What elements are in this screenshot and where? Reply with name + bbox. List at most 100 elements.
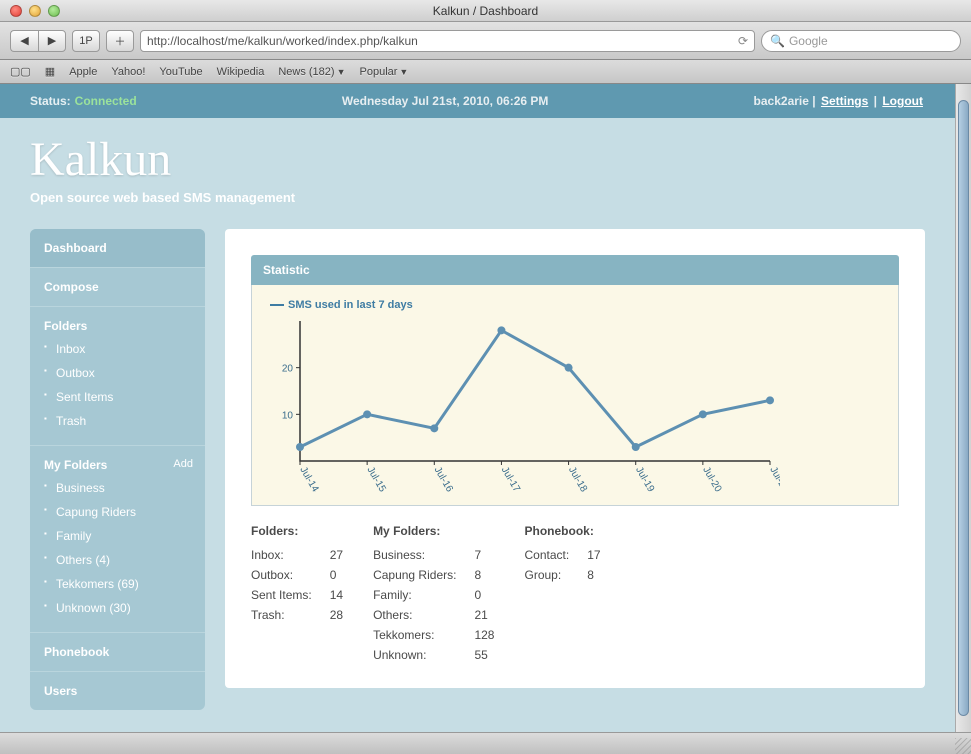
bookmark-news[interactable]: News (182)▼ [278, 66, 345, 78]
stat-myfolder-key-5: Unknown: [373, 648, 456, 662]
sidebar-item-phonebook[interactable]: Phonebook [30, 633, 205, 672]
stat-myfolder-val-0: 7 [474, 548, 494, 562]
stat-folder-key-3: Trash: [251, 608, 312, 622]
browser-toolbar: ◀ ▶ 1P ＋ http://localhost/me/kalkun/work… [0, 22, 971, 60]
svg-text:Jul-16: Jul-16 [432, 465, 455, 494]
sms-line-chart: 10 20 Jul-14 Jul-15 Jul-16 Jul-17 Jul-18 Jul-19… [270, 315, 780, 495]
stat-myfolder-val-5: 55 [474, 648, 494, 662]
stat-phonebook-val-1: 8 [587, 568, 600, 582]
bookmarks-menu-icon[interactable]: ▢▢ [10, 65, 31, 78]
svg-text:Jul-14: Jul-14 [297, 465, 320, 494]
stat-folder-key-2: Sent Items: [251, 588, 312, 602]
sidebar-myfolder-4[interactable]: Tekkomers (69) [44, 572, 191, 596]
stat-myfolder-val-2: 0 [474, 588, 494, 602]
svg-text:Jul-17: Jul-17 [499, 465, 522, 494]
window-resize-handle[interactable] [955, 738, 971, 754]
svg-text:20: 20 [282, 364, 294, 375]
stat-phonebook-val-0: 17 [587, 548, 600, 562]
settings-link[interactable]: Settings [821, 94, 868, 108]
stat-folder-val-0: 27 [330, 548, 343, 562]
datetime: Wednesday Jul 21st, 2010, 06:26 PM [137, 94, 754, 108]
add-bookmark-button[interactable]: ＋ [106, 30, 134, 52]
svg-text:Jul-21: Jul-21 [767, 465, 780, 494]
search-icon: 🔍 [770, 34, 785, 48]
stats-folders-head: Folders: [251, 524, 343, 538]
onepassword-button[interactable]: 1P [72, 30, 100, 52]
stat-myfolder-key-3: Others: [373, 608, 456, 622]
stats-phonebook: Phonebook: Contact:17Group:8 [524, 524, 600, 662]
scrollbar-thumb[interactable] [958, 100, 969, 716]
zoom-window-button[interactable] [48, 5, 60, 17]
bookmark-wikipedia[interactable]: Wikipedia [217, 66, 265, 78]
panel-title: Statistic [251, 255, 899, 285]
sidebar-myfolder-5[interactable]: Unknown (30) [44, 596, 191, 620]
sidebar: Dashboard Compose Folders InboxOutboxSen… [30, 229, 205, 710]
window-title: Kalkun / Dashboard [0, 4, 971, 18]
stat-myfolder-val-3: 21 [474, 608, 494, 622]
sidebar-item-dashboard[interactable]: Dashboard [30, 229, 205, 268]
search-field[interactable]: 🔍 Google [761, 30, 961, 52]
stats-folders: Folders: Inbox:27Outbox:0Sent Items:14Tr… [251, 524, 343, 662]
window-titlebar: Kalkun / Dashboard [0, 0, 971, 22]
status-label: Status: [30, 94, 71, 108]
stat-folder-val-2: 14 [330, 588, 343, 602]
stat-myfolder-key-4: Tekkomers: [373, 628, 456, 642]
reload-icon[interactable]: ⟳ [738, 34, 748, 48]
sidebar-folder-1[interactable]: Outbox [44, 361, 191, 385]
minimize-window-button[interactable] [29, 5, 41, 17]
app-topbar: Status: Connected Wednesday Jul 21st, 20… [0, 84, 955, 118]
chart-container: SMS used in last 7 days 10 20 Jul-14 Jul-15… [251, 285, 899, 506]
app-logo: Kalkun [30, 136, 925, 184]
vertical-scrollbar[interactable] [955, 84, 971, 732]
stat-phonebook-key-0: Contact: [524, 548, 569, 562]
sidebar-folder-3[interactable]: Trash [44, 409, 191, 433]
svg-text:Jul-15: Jul-15 [365, 465, 388, 494]
app-tagline: Open source web based SMS management [30, 190, 925, 205]
svg-text:Jul-19: Jul-19 [633, 465, 656, 494]
bookmarks-bar: ▢▢ ▦ Apple Yahoo! YouTube Wikipedia News… [0, 60, 971, 84]
close-window-button[interactable] [10, 5, 22, 17]
forward-button[interactable]: ▶ [38, 30, 66, 52]
bookmark-popular[interactable]: Popular▼ [360, 66, 409, 78]
stats-myfolders: My Folders: Business: 7 Capung Riders: 8 Fam… [373, 524, 494, 662]
sidebar-item-users[interactable]: Users [30, 672, 205, 710]
svg-text:10: 10 [282, 410, 294, 421]
chart-legend: SMS used in last 7 days [270, 299, 880, 311]
url-text: http://localhost/me/kalkun/worked/index.… [147, 34, 418, 48]
url-field[interactable]: http://localhost/me/kalkun/worked/index.… [140, 30, 755, 52]
logout-link[interactable]: Logout [882, 94, 923, 108]
back-button[interactable]: ◀ [10, 30, 38, 52]
stat-folder-val-1: 0 [330, 568, 343, 582]
stat-myfolder-key-2: Family: [373, 588, 456, 602]
sidebar-folder-2[interactable]: Sent Items [44, 385, 191, 409]
sidebar-myfolder-3[interactable]: Others (4) [44, 548, 191, 572]
stat-folder-val-3: 28 [330, 608, 343, 622]
bookmark-apple[interactable]: Apple [69, 66, 97, 78]
top-sites-icon[interactable]: ▦ [45, 65, 55, 78]
bookmark-youtube[interactable]: YouTube [159, 66, 202, 78]
sidebar-myfolder-0[interactable]: Business [44, 476, 191, 500]
stats-myfolders-head: My Folders: [373, 524, 494, 538]
sidebar-folder-0[interactable]: Inbox [44, 337, 191, 361]
svg-text:Jul-20: Jul-20 [700, 465, 723, 494]
sidebar-item-compose[interactable]: Compose [30, 268, 205, 307]
stat-myfolder-val-4: 128 [474, 628, 494, 642]
add-folder-link[interactable]: Add [173, 458, 193, 470]
username: back2arie [754, 94, 809, 108]
stat-phonebook-key-1: Group: [524, 568, 569, 582]
status-value: Connected [75, 94, 137, 108]
stat-folder-key-1: Outbox: [251, 568, 312, 582]
sidebar-myfolder-2[interactable]: Family [44, 524, 191, 548]
sidebar-head-myfolders: My Folders Add [30, 446, 205, 476]
search-placeholder: Google [789, 34, 828, 48]
stat-myfolder-val-1: 8 [474, 568, 494, 582]
stat-myfolder-key-0: Business: [373, 548, 456, 562]
content-panel: Statistic SMS used in last 7 days 10 20 Ju… [225, 229, 925, 688]
brand-block: Kalkun Open source web based SMS managem… [0, 118, 955, 229]
bookmark-yahoo[interactable]: Yahoo! [111, 66, 145, 78]
sidebar-myfolder-1[interactable]: Capung Riders [44, 500, 191, 524]
sidebar-head-folders: Folders [30, 307, 205, 337]
svg-text:Jul-18: Jul-18 [566, 465, 589, 494]
window-status-bar [0, 732, 971, 754]
stat-myfolder-key-1: Capung Riders: [373, 568, 456, 582]
